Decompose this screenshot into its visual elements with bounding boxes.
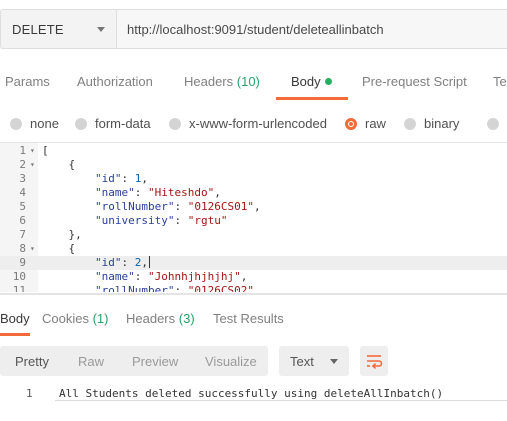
line-number: 3 bbox=[19, 172, 26, 185]
radio-circle-icon bbox=[75, 118, 87, 130]
code-text: "rollNumber": "0126CS02", bbox=[94, 284, 261, 292]
request-tabs: Params Authorization Headers (10) Body P… bbox=[0, 66, 507, 100]
chevron-down-icon bbox=[97, 27, 105, 32]
wrap-lines-icon bbox=[367, 355, 383, 369]
cookies-count: (1) bbox=[92, 311, 109, 326]
code-text: { bbox=[42, 158, 76, 171]
line-number: 7 bbox=[19, 228, 26, 241]
code-text: "name": "Hiteshdo", bbox=[94, 186, 221, 199]
line-number: 11 bbox=[12, 284, 26, 292]
code-line: 9 "id": 2, bbox=[0, 256, 507, 270]
response-line-number: 1 bbox=[26, 387, 33, 400]
format-label: Text bbox=[290, 354, 314, 369]
radio-circle-icon bbox=[404, 118, 416, 130]
radio-circle-icon bbox=[487, 118, 499, 130]
fold-toggle-icon[interactable]: ▾ bbox=[30, 144, 35, 158]
view-visualize-button[interactable]: Visualize bbox=[205, 354, 257, 369]
status-dot-icon bbox=[324, 78, 332, 85]
radio-selected-icon bbox=[345, 118, 357, 130]
code-line: 2 ▾ { bbox=[0, 158, 507, 172]
code-line: 10 "name": "Johnhjhjhjhj", bbox=[0, 270, 507, 284]
code-line: 1 ▾ [ bbox=[0, 144, 507, 158]
code-text: "id": 2, bbox=[94, 256, 150, 269]
line-number: 6 bbox=[19, 214, 26, 227]
response-tab-headers[interactable]: Headers (3) bbox=[126, 311, 195, 326]
fold-toggle-icon[interactable]: ▾ bbox=[30, 158, 35, 172]
request-body-editor[interactable]: 1 ▾[2 ▾ {3 "id": 1, 4 "name": "Hiteshdo", 5 … bbox=[0, 142, 507, 292]
line-number: 4 bbox=[19, 186, 26, 199]
line-number: 2 bbox=[19, 158, 26, 171]
tab-headers[interactable]: Headers (10) bbox=[184, 74, 260, 89]
code-line: 4 "name": "Hiteshdo", bbox=[0, 186, 507, 200]
response-tab-body[interactable]: Body bbox=[0, 311, 30, 326]
tab-pre-request-script[interactable]: Pre-request Script bbox=[362, 74, 467, 89]
wrap-lines-button[interactable] bbox=[360, 346, 388, 376]
code-line: 7 }, bbox=[0, 228, 507, 242]
code-text: "id": 1, bbox=[94, 172, 148, 185]
line-number: 9 bbox=[19, 256, 26, 269]
tab-params[interactable]: Params bbox=[5, 74, 50, 89]
code-text: "university": "rgtu" bbox=[94, 214, 228, 227]
text-cursor bbox=[148, 256, 150, 268]
radio-circle-icon bbox=[10, 118, 22, 130]
view-pretty-button[interactable]: Pretty bbox=[15, 354, 49, 369]
response-text: All Students deleted successfully using … bbox=[59, 387, 444, 400]
url-text: http://localhost:9091/student/deletealli… bbox=[127, 22, 384, 37]
active-tab-indicator bbox=[276, 97, 348, 100]
view-preview-button[interactable]: Preview bbox=[132, 354, 178, 369]
code-text: "name": "Johnhjhjhjhj", bbox=[94, 270, 248, 283]
tab-tests[interactable]: Te bbox=[493, 74, 507, 89]
body-type-options: none form-data x-www-form-urlencoded raw… bbox=[0, 110, 507, 138]
code-text: }, bbox=[42, 228, 82, 241]
headers-count: (10) bbox=[236, 74, 260, 89]
response-tab-cookies[interactable]: Cookies (1) bbox=[42, 311, 108, 326]
url-input[interactable]: http://localhost:9091/student/deletealli… bbox=[116, 9, 507, 49]
line-number: 1 bbox=[19, 144, 26, 157]
fold-toggle-icon[interactable]: ▾ bbox=[30, 242, 35, 256]
radio-circle-icon bbox=[169, 118, 181, 130]
code-line: 11 "rollNumber": "0126CS02", bbox=[0, 284, 507, 292]
code-line: 6 "university": "rgtu" bbox=[0, 214, 507, 228]
code-line: 8 ▾ { bbox=[0, 242, 507, 256]
request-bar: DELETE http://localhost:9091/student/del… bbox=[0, 9, 507, 49]
divider bbox=[55, 400, 507, 401]
pane-divider[interactable] bbox=[0, 293, 507, 295]
tab-body[interactable]: Body bbox=[291, 74, 332, 89]
method-label: DELETE bbox=[12, 22, 64, 37]
line-number: 10 bbox=[12, 270, 26, 283]
tab-authorization[interactable]: Authorization bbox=[77, 74, 153, 89]
code-text: "rollNumber": "0126CS01", bbox=[94, 200, 261, 213]
code-line: 3 "id": 1, bbox=[0, 172, 507, 186]
chevron-down-icon bbox=[330, 359, 338, 364]
response-tab-test-results[interactable]: Test Results bbox=[213, 311, 284, 326]
line-number: 5 bbox=[19, 200, 26, 213]
active-response-tab-indicator bbox=[0, 333, 30, 336]
response-headers-count: (3) bbox=[178, 311, 195, 326]
code-line: 5 "rollNumber": "0126CS01", bbox=[0, 200, 507, 214]
view-raw-button[interactable]: Raw bbox=[78, 354, 104, 369]
response-format-select[interactable]: Text bbox=[279, 346, 349, 376]
code-text: { bbox=[42, 242, 76, 255]
method-select[interactable]: DELETE bbox=[0, 9, 116, 49]
line-number: 8 bbox=[19, 242, 26, 255]
code-text: [ bbox=[42, 144, 49, 157]
response-tabs: Body Cookies (1) Headers (3) Test Result… bbox=[0, 300, 507, 336]
response-view-switcher: Pretty Raw Preview Visualize bbox=[0, 346, 268, 376]
